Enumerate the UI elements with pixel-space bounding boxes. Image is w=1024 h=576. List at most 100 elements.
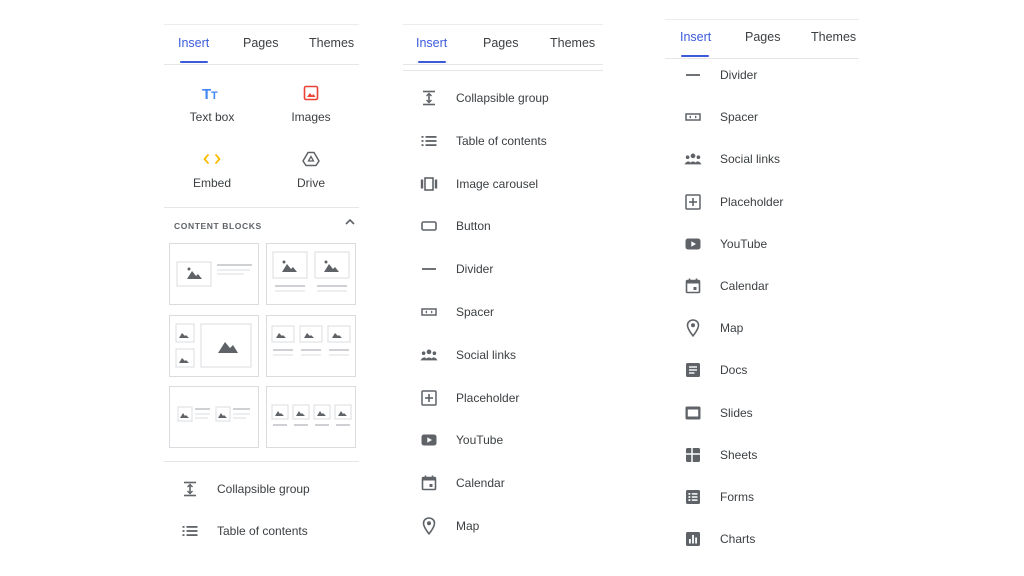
placeholder-icon	[420, 389, 438, 407]
tab-bar: Insert Pages Themes	[164, 24, 359, 65]
item-label: Placeholder	[456, 390, 520, 405]
item-label: YouTube	[720, 236, 768, 251]
insert-text-box[interactable]: TT Text box	[172, 82, 252, 124]
tab-themes[interactable]: Themes	[811, 30, 856, 44]
item-label: Map	[720, 321, 744, 336]
text-box-label: Text box	[189, 110, 235, 124]
youtube-icon	[420, 431, 438, 449]
item-calendar[interactable]: Calendar	[420, 474, 505, 492]
text-box-icon: TT	[172, 82, 252, 104]
item-label: Forms	[720, 490, 754, 504]
item-label: Social links	[720, 152, 781, 167]
item-spacer[interactable]: Spacer	[420, 303, 494, 321]
content-block-three-cards[interactable]	[266, 315, 356, 377]
tab-pages[interactable]: Pages	[243, 36, 278, 50]
item-label: Spacer	[720, 110, 759, 125]
item-table-of-contents[interactable]: Table of contents	[181, 522, 308, 540]
item-label: Button	[456, 219, 491, 234]
content-block-four-cards[interactable]	[266, 386, 356, 448]
content-block-two-images[interactable]	[266, 243, 356, 305]
collapsible-group-icon	[181, 480, 199, 498]
tab-insert[interactable]: Insert	[416, 36, 447, 50]
item-map[interactable]: Map	[420, 517, 479, 535]
insert-drive[interactable]: Drive	[271, 148, 351, 190]
item-label: Table of contents	[456, 133, 547, 148]
item-label: Collapsible group	[456, 91, 549, 105]
item-label: Docs	[720, 363, 748, 378]
sheets-icon	[684, 446, 702, 464]
docs-icon	[684, 361, 702, 379]
item-label: Calendar	[720, 279, 769, 293]
item-youtube[interactable]: YouTube	[420, 431, 503, 449]
item-label: Image carousel	[456, 176, 539, 191]
item-label: Divider	[456, 262, 494, 277]
tab-themes[interactable]: Themes	[309, 36, 354, 50]
item-divider[interactable]: Divider	[684, 66, 757, 84]
tab-insert[interactable]: Insert	[178, 36, 209, 50]
item-image-carousel[interactable]: Image carousel	[420, 175, 538, 193]
item-placeholder[interactable]: Placeholder	[420, 389, 519, 407]
drive-label: Drive	[296, 176, 325, 190]
drive-icon	[271, 148, 351, 170]
item-map[interactable]: Map	[684, 319, 744, 338]
divider-line	[164, 207, 359, 208]
item-docs[interactable]: Docs	[684, 361, 747, 379]
content-block-image-text[interactable]	[169, 243, 259, 305]
item-collapsible-group[interactable]: Collapsible group	[420, 89, 549, 107]
item-slides[interactable]: Slides	[684, 404, 753, 422]
embed-icon	[172, 148, 252, 170]
item-label: Collapsible group	[217, 482, 310, 496]
divider-icon	[420, 260, 438, 278]
item-spacer[interactable]: Spacer	[684, 108, 758, 126]
item-label: Calendar	[456, 476, 505, 491]
item-label: Slides	[720, 405, 753, 420]
tab-pages[interactable]: Pages	[483, 36, 518, 50]
placeholder-icon	[684, 193, 702, 211]
item-youtube[interactable]: YouTube	[684, 235, 767, 253]
content-block-gallery[interactable]	[169, 315, 259, 377]
item-label: Divider	[720, 68, 758, 82]
button-icon	[420, 217, 438, 235]
item-label: Social links	[456, 347, 517, 362]
item-forms[interactable]: Forms	[684, 488, 754, 506]
social-links-icon	[684, 150, 702, 168]
svg-text:T: T	[211, 90, 218, 101]
image-icon	[271, 82, 351, 104]
item-calendar[interactable]: Calendar	[684, 277, 769, 295]
social-links-icon	[420, 346, 438, 364]
tab-bar: Insert Pages Themes	[403, 24, 603, 65]
tab-themes[interactable]: Themes	[550, 36, 595, 50]
item-social-links[interactable]: Social links	[420, 346, 516, 364]
item-label: YouTube	[456, 433, 504, 448]
item-placeholder[interactable]: Placeholder	[684, 193, 783, 211]
item-table-of-contents[interactable]: Table of contents	[420, 132, 547, 150]
item-social-links[interactable]: Social links	[684, 150, 780, 168]
active-tab-indicator	[681, 55, 709, 57]
table-of-contents-icon	[420, 132, 438, 150]
item-label: Charts	[720, 532, 756, 547]
image-carousel-icon	[420, 175, 438, 193]
active-tab-indicator	[180, 61, 208, 63]
item-button[interactable]: Button	[420, 217, 491, 235]
map-icon	[684, 319, 702, 338]
item-divider[interactable]: Divider	[420, 260, 493, 278]
slides-icon	[684, 404, 702, 422]
item-label: Table of contents	[217, 524, 308, 538]
item-collapsible-group[interactable]: Collapsible group	[181, 480, 310, 498]
tab-bar: Insert Pages Themes	[665, 19, 859, 59]
content-blocks-heading: CONTENT BLOCKS	[174, 221, 262, 231]
item-label: Placeholder	[720, 194, 784, 209]
tab-insert[interactable]: Insert	[680, 30, 711, 44]
tab-pages[interactable]: Pages	[745, 30, 780, 44]
insert-embed[interactable]: Embed	[172, 148, 252, 190]
item-charts[interactable]: Charts	[684, 530, 755, 548]
item-sheets[interactable]: Sheets	[684, 446, 757, 464]
insert-panel-2: Insert Pages Themes Collapsible group Tab…	[403, 0, 603, 576]
forms-icon	[684, 488, 702, 506]
insert-images[interactable]: Images	[271, 82, 351, 124]
calendar-icon	[420, 474, 438, 492]
collapse-chevron-icon[interactable]	[344, 217, 356, 227]
youtube-icon	[684, 235, 702, 253]
images-label: Images	[291, 110, 331, 124]
content-block-two-rows[interactable]	[169, 386, 259, 448]
